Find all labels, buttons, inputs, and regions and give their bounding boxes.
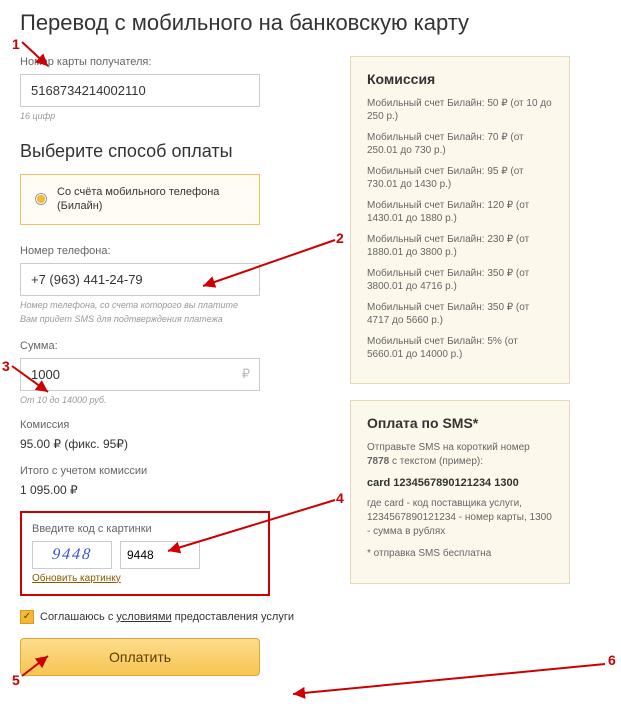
form-column: Номер карты получателя: 16 цифр Выберите… [20, 56, 320, 676]
method-title: Выберите способ оплаты [20, 141, 320, 162]
method-radio[interactable]: Со счёта мобильного телефона (Билайн) [20, 174, 260, 225]
commission-value: 95.00 ₽ (фикс. 95₽) [20, 437, 320, 451]
annotation-5: 5 [12, 672, 20, 688]
amount-label: Сумма: [20, 340, 320, 352]
amount-hint: От 10 до 14000 руб. [20, 395, 320, 405]
pay-button[interactable]: Оплатить [20, 638, 260, 676]
fee-row: Мобильный счет Билайн: 120 ₽ (от 1430.01… [367, 199, 553, 225]
sms-short-number: 7878 [367, 456, 389, 467]
radio-icon [35, 193, 47, 205]
captcha-label: Введите код с картинки [32, 523, 258, 535]
sms-footnote: * отправка SMS бесплатна [367, 547, 553, 561]
fee-row: Мобильный счет Билайн: 350 ₽ (от 4717 до… [367, 301, 553, 327]
sms-line1b: с текстом (пример): [389, 456, 483, 467]
sms-example-code: card 1234567890121234 1300 [367, 477, 553, 489]
card-input[interactable] [20, 74, 260, 107]
fee-row: Мобильный счет Билайн: 230 ₽ (от 1880.01… [367, 233, 553, 259]
card-label: Номер карты получателя: [20, 56, 320, 68]
phone-input[interactable] [20, 263, 260, 296]
phone-label: Номер телефона: [20, 245, 320, 257]
phone-hint-2: Вам придет SMS для подтверждения платежа [20, 314, 320, 324]
fee-row: Мобильный счет Билайн: 5% (от 5660.01 до… [367, 335, 553, 361]
fee-row: Мобильный счет Билайн: 350 ₽ (от 3800.01… [367, 267, 553, 293]
annotation-3: 3 [2, 358, 10, 374]
sms-explain: где card - код поставщика услуги, 123456… [367, 497, 553, 539]
phone-hint-1: Номер телефона, со счета которого вы пла… [20, 300, 320, 310]
captcha-refresh-link[interactable]: Обновить картинку [32, 573, 121, 584]
annotation-1: 1 [12, 36, 20, 52]
sms-box: Оплата по SMS* Отправьте SMS на короткий… [350, 400, 570, 584]
page-title: Перевод с мобильного на банковскую карту [20, 10, 601, 36]
annotation-4: 4 [336, 490, 344, 506]
commission-label: Комиссия [20, 419, 320, 431]
sms-line1a: Отправьте SMS на короткий номер [367, 442, 530, 453]
fee-row: Мобильный счет Билайн: 50 ₽ (от 10 до 25… [367, 97, 553, 123]
info-column: Комиссия Мобильный счет Билайн: 50 ₽ (от… [350, 56, 570, 676]
agree-checkbox[interactable]: ✓ [20, 610, 34, 624]
agree-row: ✓ Соглашаюсь с условиями предоставления … [20, 610, 320, 624]
captcha-input[interactable] [120, 541, 200, 569]
total-value: 1 095.00 ₽ [20, 483, 320, 497]
fee-row: Мобильный счет Билайн: 70 ₽ (от 250.01 д… [367, 131, 553, 157]
sms-instruction: Отправьте SMS на короткий номер 7878 с т… [367, 441, 553, 469]
fees-title: Комиссия [367, 71, 553, 87]
annotation-2: 2 [336, 230, 344, 246]
amount-input[interactable] [20, 358, 260, 391]
terms-link[interactable]: условиями [116, 611, 171, 623]
captcha-image-text: 9448 [51, 546, 93, 564]
fee-row: Мобильный счет Билайн: 95 ₽ (от 730.01 д… [367, 165, 553, 191]
currency-icon: ₽ [242, 366, 250, 382]
total-label: Итого с учетом комиссии [20, 465, 320, 477]
captcha-image: 9448 [32, 541, 112, 569]
agree-text: Соглашаюсь с условиями предоставления ус… [40, 611, 294, 623]
agree-suffix: предоставления услуги [172, 611, 294, 623]
card-hint: 16 цифр [20, 111, 320, 121]
method-radio-label: Со счёта мобильного телефона (Билайн) [57, 185, 245, 214]
annotation-6: 6 [608, 652, 616, 668]
fees-box: Комиссия Мобильный счет Билайн: 50 ₽ (от… [350, 56, 570, 384]
sms-title: Оплата по SMS* [367, 415, 553, 431]
agree-prefix: Соглашаюсь с [40, 611, 116, 623]
captcha-box: Введите код с картинки 9448 Обновить кар… [20, 511, 270, 596]
